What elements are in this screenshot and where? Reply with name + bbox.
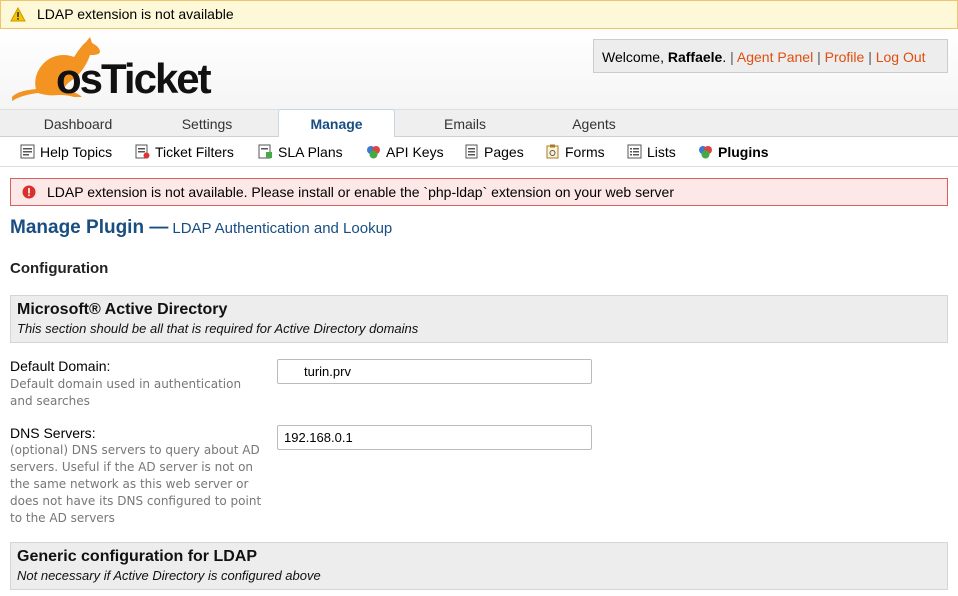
pages-icon bbox=[465, 144, 478, 159]
group-title: Microsoft® Active Directory bbox=[17, 301, 228, 318]
subnav-item-plugins[interactable]: Plugins bbox=[698, 137, 769, 167]
label-colon: : bbox=[91, 425, 96, 441]
tab-agents[interactable]: Agents bbox=[534, 110, 654, 137]
api-keys-icon bbox=[367, 146, 380, 159]
subnav-label: SLA Plans bbox=[278, 144, 343, 160]
group-title: Generic configuration for LDAP bbox=[17, 548, 258, 565]
subnav-item-api-keys[interactable]: API Keys bbox=[366, 137, 444, 167]
warning-text: LDAP extension is not available bbox=[37, 6, 234, 22]
default-domain-input[interactable] bbox=[277, 359, 592, 384]
group-header-generic-ldap: Generic configuration for LDAP Not neces… bbox=[10, 542, 948, 590]
logo-text: osTicket bbox=[56, 55, 212, 102]
error-banner: LDAP extension is not available. Please … bbox=[10, 178, 948, 206]
subnav-label: Forms bbox=[565, 144, 605, 160]
warning-banner: LDAP extension is not available bbox=[0, 0, 958, 29]
subnav-item-help-topics[interactable]: Help Topics bbox=[20, 137, 112, 167]
main-nav: Dashboard Settings Manage Emails Agents bbox=[0, 109, 958, 138]
subnav-item-sla-plans[interactable]: SLA Plans bbox=[258, 137, 343, 167]
label-text: DNS Servers bbox=[10, 425, 92, 441]
group-description: Not necessary if Active Directory is con… bbox=[17, 568, 321, 583]
group-header-active-directory: Microsoft® Active Directory This section… bbox=[10, 295, 948, 343]
osticket-logo[interactable]: osTicket bbox=[8, 33, 218, 105]
help-topics-icon bbox=[20, 144, 35, 159]
subnav-label: Plugins bbox=[718, 144, 769, 160]
plugins-icon bbox=[699, 146, 712, 159]
forms-icon bbox=[546, 144, 559, 159]
error-text: LDAP extension is not available. Please … bbox=[47, 184, 674, 200]
link-separator: | bbox=[868, 49, 872, 65]
subnav-label: API Keys bbox=[386, 144, 444, 160]
default-domain-label: Default Domain: bbox=[10, 358, 265, 375]
log-out-link[interactable]: Log Out bbox=[876, 49, 926, 65]
link-separator: | bbox=[817, 49, 821, 65]
welcome-suffix: . bbox=[722, 49, 727, 65]
dns-servers-label: DNS Servers: bbox=[10, 425, 265, 442]
welcome-box: Welcome, Raffaele. | Agent Panel | Profi… bbox=[593, 39, 948, 73]
profile-link[interactable]: Profile bbox=[825, 49, 865, 65]
tab-settings[interactable]: Settings bbox=[129, 110, 285, 137]
label-colon: : bbox=[106, 358, 111, 374]
user-name: Raffaele bbox=[667, 49, 723, 65]
sub-nav: Help Topics Ticket Filters SLA Plans API… bbox=[0, 137, 958, 167]
header: osTicket Welcome, Raffaele. | Agent Pane… bbox=[0, 29, 958, 109]
agent-panel-link[interactable]: Agent Panel bbox=[737, 49, 813, 65]
tab-emails[interactable]: Emails bbox=[404, 110, 526, 137]
page-subtitle: LDAP Authentication and Lookup bbox=[172, 220, 393, 237]
label-text: Default Domain bbox=[10, 358, 107, 374]
tab-manage[interactable]: Manage bbox=[278, 109, 395, 138]
subnav-item-pages[interactable]: Pages bbox=[464, 137, 524, 167]
subnav-label: Ticket Filters bbox=[155, 144, 234, 160]
lists-icon bbox=[627, 144, 642, 159]
group-description: This section should be all that is requi… bbox=[17, 321, 419, 336]
subnav-label: Help Topics bbox=[40, 144, 113, 160]
welcome-prefix: Welcome, bbox=[602, 49, 664, 65]
page-title-main: Manage Plugin — bbox=[10, 217, 169, 238]
subnav-item-forms[interactable]: Forms bbox=[545, 137, 605, 167]
dns-servers-input[interactable] bbox=[277, 425, 592, 450]
ticket-filters-icon bbox=[135, 144, 150, 159]
default-domain-hint: Default domain used in authentication an… bbox=[10, 377, 242, 408]
subnav-item-lists[interactable]: Lists bbox=[627, 137, 676, 167]
link-separator: | bbox=[730, 49, 734, 65]
subnav-item-ticket-filters[interactable]: Ticket Filters bbox=[135, 137, 234, 167]
error-icon bbox=[22, 185, 36, 199]
section-title: Configuration bbox=[10, 260, 109, 277]
subnav-label: Lists bbox=[647, 144, 676, 160]
subnav-label: Pages bbox=[484, 144, 524, 160]
sla-plans-icon bbox=[258, 144, 272, 159]
page-title: Manage Plugin — LDAP Authentication and L… bbox=[10, 217, 392, 239]
warning-icon bbox=[10, 7, 26, 22]
dns-servers-hint: (optional) DNS servers to query about AD… bbox=[10, 443, 262, 525]
